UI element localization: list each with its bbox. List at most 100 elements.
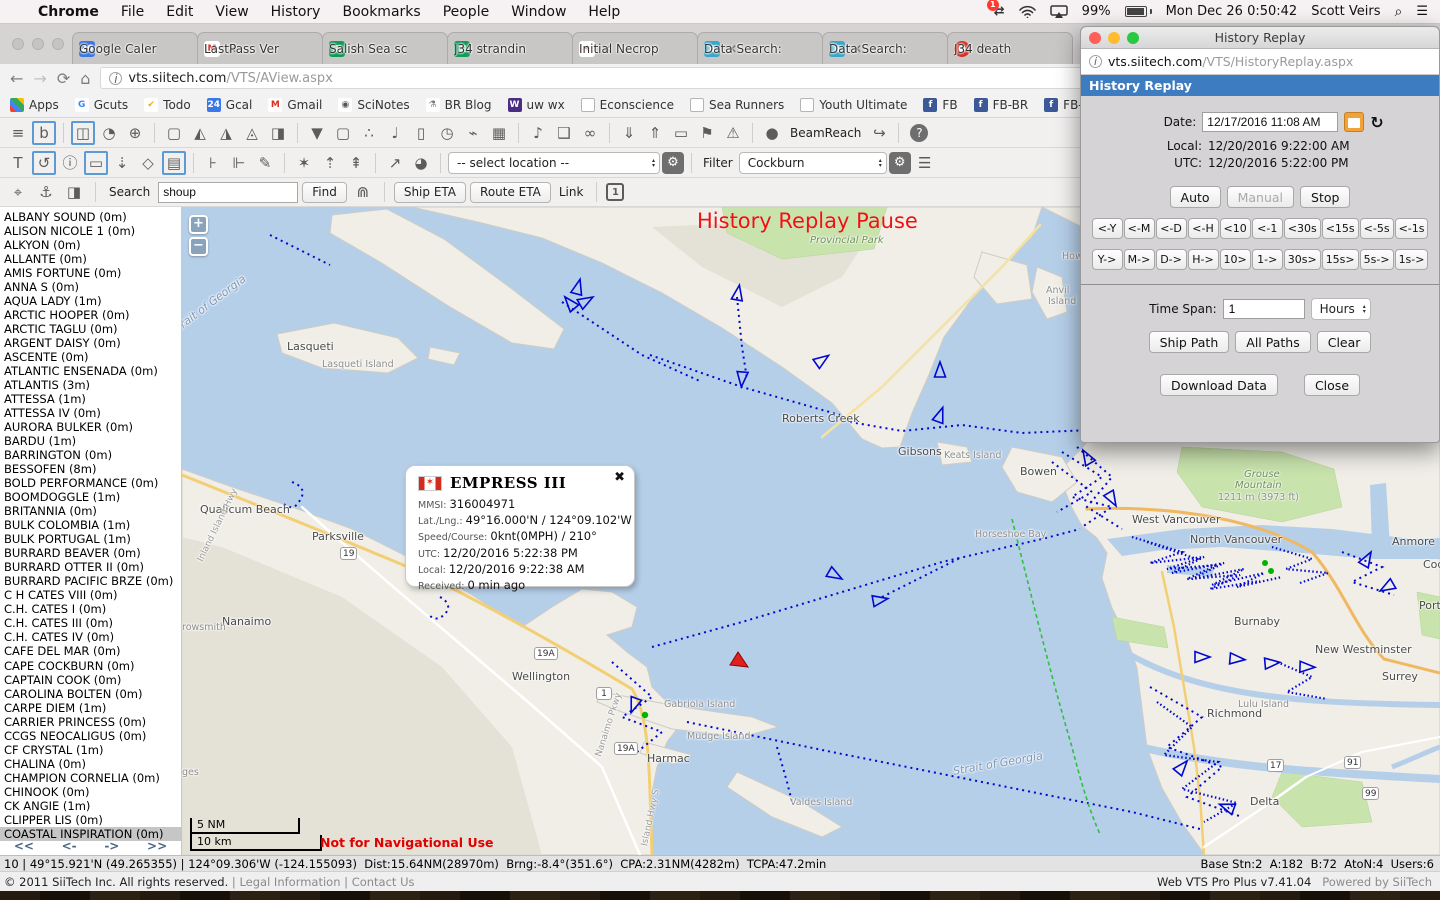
- browser-tab[interactable]: ▣Data Search:✕: [822, 32, 948, 64]
- date-input[interactable]: [1202, 112, 1338, 132]
- window-title-bar[interactable]: History Replay: [1081, 27, 1439, 49]
- vessel-row[interactable]: BOOMDOGGLE (1m): [4, 490, 181, 504]
- bookmark-scinotes[interactable]: ◉SciNotes: [338, 98, 409, 112]
- callout-icon[interactable]: ▭: [84, 151, 108, 175]
- track-nodes-icon[interactable]: ∴: [357, 121, 381, 145]
- menu-item-bookmarks[interactable]: Bookmarks: [342, 4, 420, 20]
- zoom-out-button[interactable]: −: [189, 237, 208, 256]
- menu-item-file[interactable]: File: [121, 4, 144, 20]
- browser-tab[interactable]: ●J34 death✕: [947, 32, 1073, 64]
- vessel-row[interactable]: BARRINGTON (0m): [4, 448, 181, 462]
- home-button[interactable]: ⌂: [80, 69, 90, 88]
- vessel-row[interactable]: C.H. CATES IV (0m): [4, 630, 181, 644]
- browser-tab[interactable]: 26Google Caler✕: [72, 32, 198, 64]
- download-data-button[interactable]: Download Data: [1160, 374, 1278, 396]
- step-back-button[interactable]: <-5s: [1360, 218, 1394, 239]
- chart-icon[interactable]: ↗: [383, 151, 407, 175]
- close-button[interactable]: Close: [1304, 374, 1360, 396]
- step-forward-button[interactable]: Y->: [1092, 249, 1123, 270]
- browser-tab[interactable]: ▣Data Search:✕: [697, 32, 823, 64]
- minimize-window-button[interactable]: [1108, 32, 1120, 44]
- wind-barb-icon[interactable]: ⊩: [227, 151, 251, 175]
- page-info-icon[interactable]: i: [109, 72, 122, 85]
- world-icon[interactable]: ◔: [97, 121, 121, 145]
- list-icon[interactable]: ▤: [162, 151, 186, 175]
- vessel-row[interactable]: CLIPPER LIS (0m): [4, 813, 181, 827]
- vessel-row[interactable]: ATLANTIC ENSENADA (0m): [4, 364, 181, 378]
- vessel-row[interactable]: BESSOFEN (8m): [4, 462, 181, 476]
- window-controls[interactable]: [1089, 32, 1139, 44]
- contact-link[interactable]: Contact Us: [352, 875, 415, 889]
- voicemail-icon[interactable]: ∞: [578, 121, 602, 145]
- vessel-row[interactable]: ALKYON (0m): [4, 238, 181, 252]
- vessel-row[interactable]: CHALINA (0m): [4, 757, 181, 771]
- vessel-row[interactable]: BURRARD PACIFIC BRZE (0m): [4, 574, 181, 588]
- vessel-row[interactable]: AURORA BULKER (0m): [4, 420, 181, 434]
- step-back-button[interactable]: <-D: [1156, 218, 1187, 239]
- flag-icon[interactable]: ⚑: [695, 121, 719, 145]
- bookmark-uw-wx[interactable]: Wuw wx: [508, 98, 565, 112]
- fuel-icon[interactable]: ◨: [62, 180, 86, 204]
- find-button[interactable]: Find: [302, 182, 347, 203]
- page-info-icon[interactable]: i: [1089, 55, 1102, 68]
- split-view-icon[interactable]: ◫: [71, 121, 95, 145]
- pager-button[interactable]: <-: [62, 839, 77, 853]
- binoculars-icon[interactable]: ⋒: [351, 180, 375, 204]
- vessel-row[interactable]: ANNA S (0m): [4, 280, 181, 294]
- link-nodes-icon[interactable]: ⌁: [461, 121, 485, 145]
- vessel-row[interactable]: CAPTAIN COOK (0m): [4, 673, 181, 687]
- route-eta-button[interactable]: Route ETA: [470, 182, 551, 203]
- step-back-button[interactable]: <15s: [1322, 218, 1359, 239]
- vessel-row[interactable]: CK ANGIE (1m): [4, 799, 181, 813]
- vessel-row[interactable]: CARRIER PRINCESS (0m): [4, 715, 181, 729]
- step-back-button[interactable]: <30s: [1284, 218, 1321, 239]
- bookmark-fb[interactable]: fFB: [923, 98, 957, 112]
- step-forward-button[interactable]: 5s->: [1360, 249, 1394, 270]
- menu-item-help[interactable]: Help: [588, 4, 620, 20]
- bookmark-gcuts[interactable]: GGcuts: [75, 98, 128, 112]
- step-forward-button[interactable]: 30s>: [1284, 249, 1321, 270]
- tools-icon[interactable]: ⊦: [201, 151, 225, 175]
- ship-path-button[interactable]: Ship Path: [1149, 331, 1230, 353]
- menu-item-view[interactable]: View: [215, 4, 248, 20]
- vessel-row[interactable]: BARDU (1m): [4, 434, 181, 448]
- bookmark-econscience[interactable]: Econscience: [581, 98, 674, 112]
- pager-button[interactable]: ->: [104, 839, 119, 853]
- target-icon[interactable]: ◇: [136, 151, 160, 175]
- back-button[interactable]: ←: [10, 69, 23, 88]
- vessel-row[interactable]: C.H. CATES III (0m): [4, 616, 181, 630]
- bookmark-apps[interactable]: Apps: [10, 98, 59, 112]
- vessel-row[interactable]: C H CATES VIII (0m): [4, 588, 181, 602]
- undo-icon[interactable]: ↺: [32, 151, 56, 175]
- info-icon[interactable]: ⓘ: [58, 151, 82, 175]
- beacon-icon[interactable]: ⇡: [318, 151, 342, 175]
- search-input[interactable]: [158, 182, 298, 203]
- calendar-picker-icon[interactable]: [1344, 112, 1364, 132]
- message-icon[interactable]: ▭: [669, 121, 693, 145]
- vessel-row[interactable]: BURRARD BEAVER (0m): [4, 546, 181, 560]
- vessel-row[interactable]: BRITANNIA (0m): [4, 504, 181, 518]
- vessel-row[interactable]: BULK COLOMBIA (1m): [4, 518, 181, 532]
- popup-address-bar[interactable]: i vts.siitech.com/VTS/HistoryReplay.aspx: [1081, 49, 1439, 75]
- vessel-row[interactable]: CHINOOK (0m): [4, 785, 181, 799]
- satellite-icon[interactable]: ⌖: [6, 180, 30, 204]
- vessel-row[interactable]: CARPE DIEM (1m): [4, 701, 181, 715]
- browser-tab[interactable]: ▦Salish Sea sc✕: [322, 32, 448, 64]
- step-back-button[interactable]: <-H: [1188, 218, 1219, 239]
- filter-select[interactable]: Cockburn▴ ▾: [739, 152, 887, 174]
- step-forward-button[interactable]: M->: [1124, 249, 1155, 270]
- select-area-icon[interactable]: ▢: [331, 121, 355, 145]
- export-icon[interactable]: ⇑: [643, 121, 667, 145]
- zoom-in-button[interactable]: +: [189, 215, 208, 234]
- vessel-row[interactable]: CAPE COCKBURN (0m): [4, 659, 181, 673]
- menu-item-people[interactable]: People: [443, 4, 490, 20]
- step-back-button[interactable]: <-1: [1252, 218, 1283, 239]
- vessel-row[interactable]: CF CRYSTAL (1m): [4, 743, 181, 757]
- signout-icon[interactable]: ↪: [867, 121, 891, 145]
- vessel-row[interactable]: AQUA LADY (1m): [4, 294, 181, 308]
- step-back-button[interactable]: <-Y: [1092, 218, 1123, 239]
- step-back-button[interactable]: <10: [1220, 218, 1251, 239]
- link-label[interactable]: Link: [559, 185, 584, 199]
- document-icon[interactable]: ▯: [409, 121, 433, 145]
- all-paths-button[interactable]: All Paths: [1235, 331, 1310, 353]
